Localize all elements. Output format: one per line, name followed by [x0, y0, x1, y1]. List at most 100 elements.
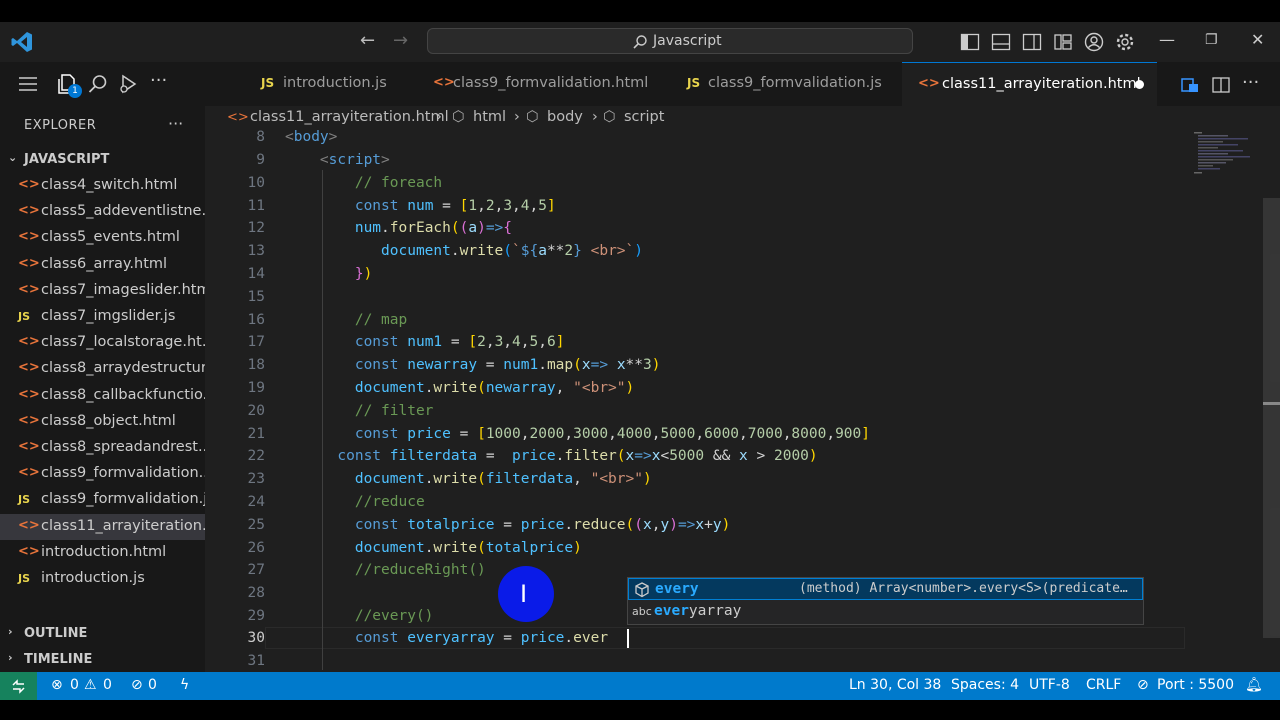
run-debug-icon[interactable]: [117, 73, 139, 95]
remote-icon: [12, 679, 25, 694]
split-editor-icon[interactable]: [1211, 75, 1231, 95]
tab-class11-arrayiteration-html[interactable]: <> class11_arrayiteration.html: [902, 62, 1157, 106]
line-number: 28: [247, 585, 265, 601]
customize-layout-icon[interactable]: [1053, 32, 1073, 52]
file-item[interactable]: <> class11_arrayiteration....: [0, 513, 205, 540]
breadcrumb-html[interactable]: html: [473, 109, 506, 125]
file-item[interactable]: <> class6_array.html: [0, 252, 205, 278]
file-name: class8_spreadandrest...: [41, 439, 205, 455]
cursor-position[interactable]: Ln 30, Col 38: [849, 677, 941, 693]
warning-count: 0: [103, 677, 112, 693]
folder-javascript[interactable]: ⌄ JAVASCRIPT: [0, 149, 205, 171]
accounts-icon[interactable]: [1084, 32, 1104, 52]
method-cube-icon: [635, 582, 649, 598]
html-file-icon: <>: [18, 255, 40, 271]
file-item[interactable]: <> introduction.html: [0, 540, 205, 566]
more-views-icon[interactable]: ···: [150, 70, 167, 91]
encoding[interactable]: UTF-8: [1029, 677, 1070, 693]
ports-icon[interactable]: ⊘: [131, 677, 143, 693]
line-number: 30: [247, 630, 265, 646]
outline-label: OUTLINE: [24, 626, 88, 641]
suggestion-everyarray[interactable]: abc everyarray: [628, 601, 1143, 623]
notifications-bell-icon[interactable]: 🔔︎: [1245, 677, 1263, 693]
code-line: document.write(`${a**2} <br>`): [381, 243, 643, 259]
menu-hamburger-icon[interactable]: [17, 73, 39, 95]
file-name: introduction.html: [41, 543, 167, 560]
error-count: 0: [70, 677, 79, 693]
live-server-port[interactable]: Port : 5500: [1157, 677, 1234, 693]
breadcrumb-body[interactable]: body: [547, 109, 583, 125]
html-file-icon: <>: [18, 281, 40, 297]
line-number: 22: [247, 448, 265, 464]
suggestion-detail: (method) Array<number>.every<S>(predicat…: [799, 581, 1128, 596]
error-icon[interactable]: ⊗: [51, 677, 63, 693]
status-bar: ⊗ 0 ⚠ 0 ⊘ 0 ϟ Ln 30, Col 38 Spaces: 4 UT…: [0, 672, 1280, 700]
text-cursor: [627, 629, 629, 648]
file-name: class5_addeventlistne...: [41, 203, 205, 220]
close-button[interactable]: ✕: [1251, 30, 1264, 49]
file-item[interactable]: <> class9_formvalidation....: [0, 461, 205, 487]
file-item[interactable]: <> class8_arraydestructur...: [0, 356, 205, 382]
settings-gear-icon[interactable]: [1115, 32, 1135, 52]
lightning-icon[interactable]: ϟ: [180, 677, 189, 693]
line-ending[interactable]: CRLF: [1086, 677, 1121, 693]
remote-indicator[interactable]: [0, 672, 37, 700]
forward-arrow-icon[interactable]: →: [393, 30, 408, 51]
mouse-pointer-highlight: I: [498, 566, 554, 622]
toggle-primary-sidebar-icon[interactable]: [960, 32, 980, 52]
indentation[interactable]: Spaces: 4: [951, 677, 1019, 693]
tab-class9-formvalidation-js[interactable]: JS class9_formvalidation.js: [675, 62, 900, 106]
line-number: 24: [247, 494, 265, 510]
explorer-more-icon[interactable]: ···: [168, 114, 183, 133]
line-number: 20: [247, 403, 265, 419]
file-item[interactable]: <> class8_callbackfunctio...: [0, 383, 205, 409]
code-line: // map: [354, 312, 408, 328]
minimize-button[interactable]: —: [1159, 30, 1175, 49]
file-item[interactable]: <> class5_events.html: [0, 225, 205, 251]
restore-button[interactable]: ❐: [1205, 32, 1218, 48]
back-arrow-icon[interactable]: ←: [360, 30, 375, 51]
html-file-icon: <>: [18, 386, 40, 402]
file-item[interactable]: <> class4_switch.html: [0, 173, 205, 199]
html-file-icon: <>: [18, 439, 40, 454]
file-item[interactable]: <> class8_spreadandrest...: [0, 435, 205, 461]
warning-icon[interactable]: ⚠: [84, 677, 97, 693]
unsaved-dot-icon[interactable]: [1135, 80, 1144, 89]
toggle-secondary-sidebar-icon[interactable]: [1022, 32, 1042, 52]
vertical-scrollbar[interactable]: [1263, 198, 1280, 638]
file-item[interactable]: <> class8_object.html: [0, 409, 205, 435]
chevron-right-icon: ›: [592, 109, 598, 125]
code-line: <body>: [285, 130, 338, 145]
breadcrumb: <> class11_arrayiteration.html › ⬡ html …: [205, 106, 1280, 130]
port-broadcast-icon: ⊘: [1137, 677, 1149, 693]
minimap[interactable]: [1190, 130, 1280, 190]
command-center-search[interactable]: Javascript: [427, 28, 913, 54]
search-view-icon[interactable]: [87, 73, 109, 95]
breadcrumb-file[interactable]: class11_arrayiteration.html: [250, 109, 449, 125]
text-abc-icon: abc: [632, 605, 652, 618]
file-item[interactable]: JS introduction.js: [0, 566, 205, 592]
code-line: const newarray = num1.map(x=> x**3): [354, 357, 661, 373]
tab-class9-formvalidation-html[interactable]: <> class9_formvalidation.html: [425, 62, 675, 106]
line-number: 10: [247, 175, 265, 191]
outline-section[interactable]: › OUTLINE: [0, 623, 205, 645]
tab-introduction-js[interactable]: JS introduction.js: [245, 62, 425, 106]
file-name: class5_events.html: [41, 229, 180, 246]
file-item[interactable]: JS class7_imgslider.js: [0, 304, 205, 330]
cube-icon: ⬡: [603, 109, 616, 125]
file-item[interactable]: <> class7_localstorage.ht...: [0, 330, 205, 356]
html-file-icon: <>: [18, 203, 40, 219]
more-actions-icon[interactable]: ···: [1242, 72, 1259, 93]
timeline-section[interactable]: › TIMELINE: [0, 649, 205, 671]
suggestion-every[interactable]: every (method) Array<number>.every<S>(pr…: [628, 578, 1143, 600]
file-item[interactable]: <> class7_imageslider.html: [0, 278, 205, 304]
suggestion-label: everyarray: [654, 603, 742, 619]
open-preview-icon[interactable]: [1180, 75, 1200, 95]
toggle-panel-icon[interactable]: [991, 32, 1011, 52]
html-file-icon: <>: [227, 110, 249, 125]
file-item[interactable]: JS class9_formvalidation.js: [0, 487, 205, 513]
file-item[interactable]: <> class5_addeventlistne...: [0, 199, 205, 225]
tab-label: class9_formvalidation.js: [708, 75, 882, 91]
breadcrumb-script[interactable]: script: [624, 109, 664, 125]
line-number: 16: [247, 312, 265, 328]
